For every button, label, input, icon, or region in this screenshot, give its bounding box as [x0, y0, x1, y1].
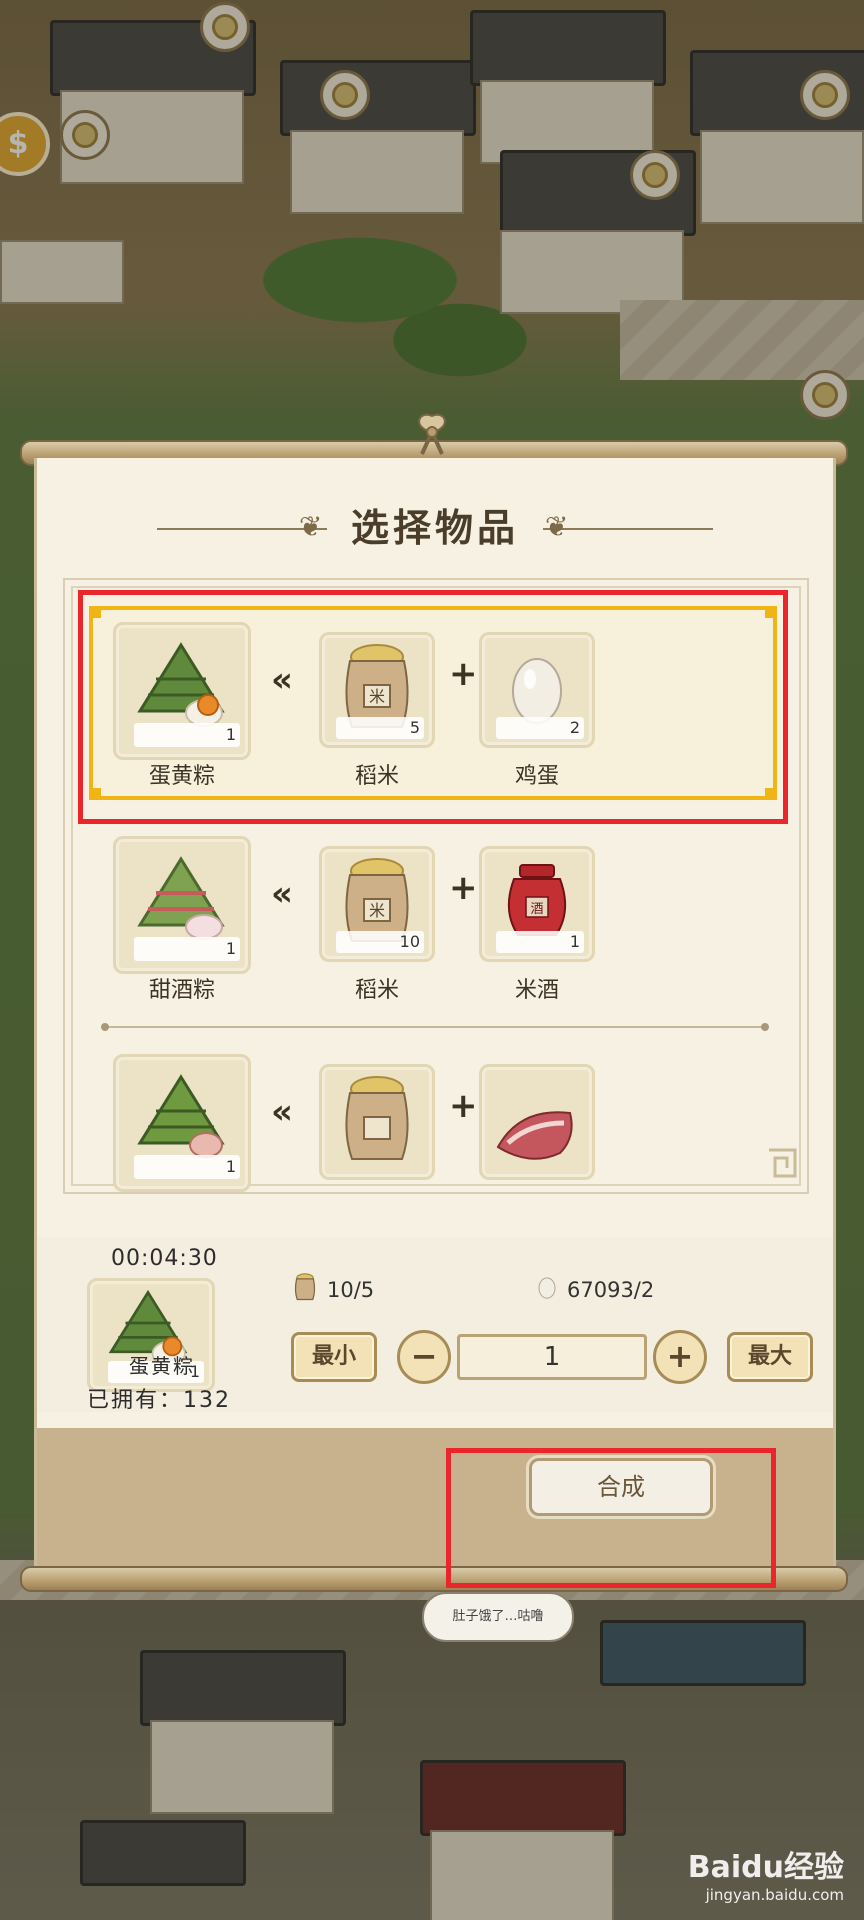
- rice-requirement: 10/5: [327, 1278, 375, 1302]
- panel-header: ❦ ❦ 选择物品: [37, 498, 833, 558]
- input-item-label: 米酒: [514, 978, 559, 1003]
- output-count: 1: [225, 1157, 236, 1176]
- max-button[interactable]: 最大: [727, 1332, 813, 1382]
- annotation-highlight-recipe: [78, 590, 788, 824]
- output-item-card[interactable]: 1: [113, 836, 251, 974]
- npc-speech-bubble: 肚子饿了…咕噜: [422, 1592, 574, 1642]
- egg-icon: [538, 1277, 556, 1299]
- panel-title: 选择物品: [350, 506, 519, 550]
- egg-requirement: 67093/2: [567, 1278, 655, 1302]
- input-item-card[interactable]: [479, 1064, 595, 1180]
- recipe-row-meat-zongzi[interactable]: 1 « +: [93, 1042, 777, 1192]
- recipe-arrow-icon: «: [271, 874, 293, 914]
- craft-timer: 00:04:30: [111, 1246, 218, 1271]
- input-item-card[interactable]: 酒 1: [479, 846, 595, 962]
- owned-label: 已拥有：: [87, 1388, 184, 1413]
- owned-count: 132: [183, 1388, 232, 1413]
- watermark-brand: Baidu经验: [687, 1850, 844, 1885]
- input-count: 1: [569, 932, 580, 951]
- output-count: 1: [225, 939, 236, 958]
- count-bar: [134, 937, 240, 961]
- watermark-url: jingyan.baidu.com: [705, 1886, 844, 1904]
- rice-sack-icon: [294, 1273, 316, 1301]
- recipe-divider: [101, 1023, 769, 1031]
- recipe-arrow-icon: «: [271, 1092, 293, 1132]
- plus-icon: +: [449, 1086, 478, 1126]
- input-item-card[interactable]: 米 10: [319, 846, 435, 962]
- recipe-row-sweet-wine-zongzi[interactable]: 1 甜酒粽 « 米 10 稻米 + 酒 1 米酒: [93, 824, 777, 1010]
- count-bar: [134, 1155, 240, 1179]
- annotation-highlight-craft: [446, 1448, 776, 1588]
- frame-corner-ornament-icon: [769, 1148, 797, 1178]
- min-button[interactable]: 最小: [291, 1332, 377, 1382]
- pork-icon: [496, 1111, 573, 1160]
- scroll-knot-icon: [418, 413, 446, 455]
- selected-item-name: 蛋黄粽: [129, 1354, 195, 1378]
- plus-icon: +: [449, 868, 478, 908]
- input-item-card[interactable]: [319, 1064, 435, 1180]
- increase-button[interactable]: +: [653, 1330, 707, 1384]
- quantity-input[interactable]: 1: [457, 1334, 647, 1380]
- baidu-watermark: Baidu经验 jingyan.baidu.com: [634, 1842, 844, 1904]
- input-item-label: 稻米: [354, 978, 399, 1003]
- craft-details: 00:04:30 1 蛋黄粽 已拥有：132 10/5 67093/2 最小 −…: [37, 1238, 833, 1414]
- svg-text:米: 米: [369, 901, 385, 920]
- rice-sack-icon: [345, 1076, 409, 1160]
- svg-text:酒: 酒: [530, 902, 543, 917]
- decrease-button[interactable]: −: [397, 1330, 451, 1384]
- output-item-card[interactable]: 1: [113, 1054, 251, 1192]
- output-item-label: 甜酒粽: [148, 978, 215, 1003]
- input-count: 10: [399, 932, 420, 951]
- owned-summary: 已拥有：132: [87, 1382, 231, 1414]
